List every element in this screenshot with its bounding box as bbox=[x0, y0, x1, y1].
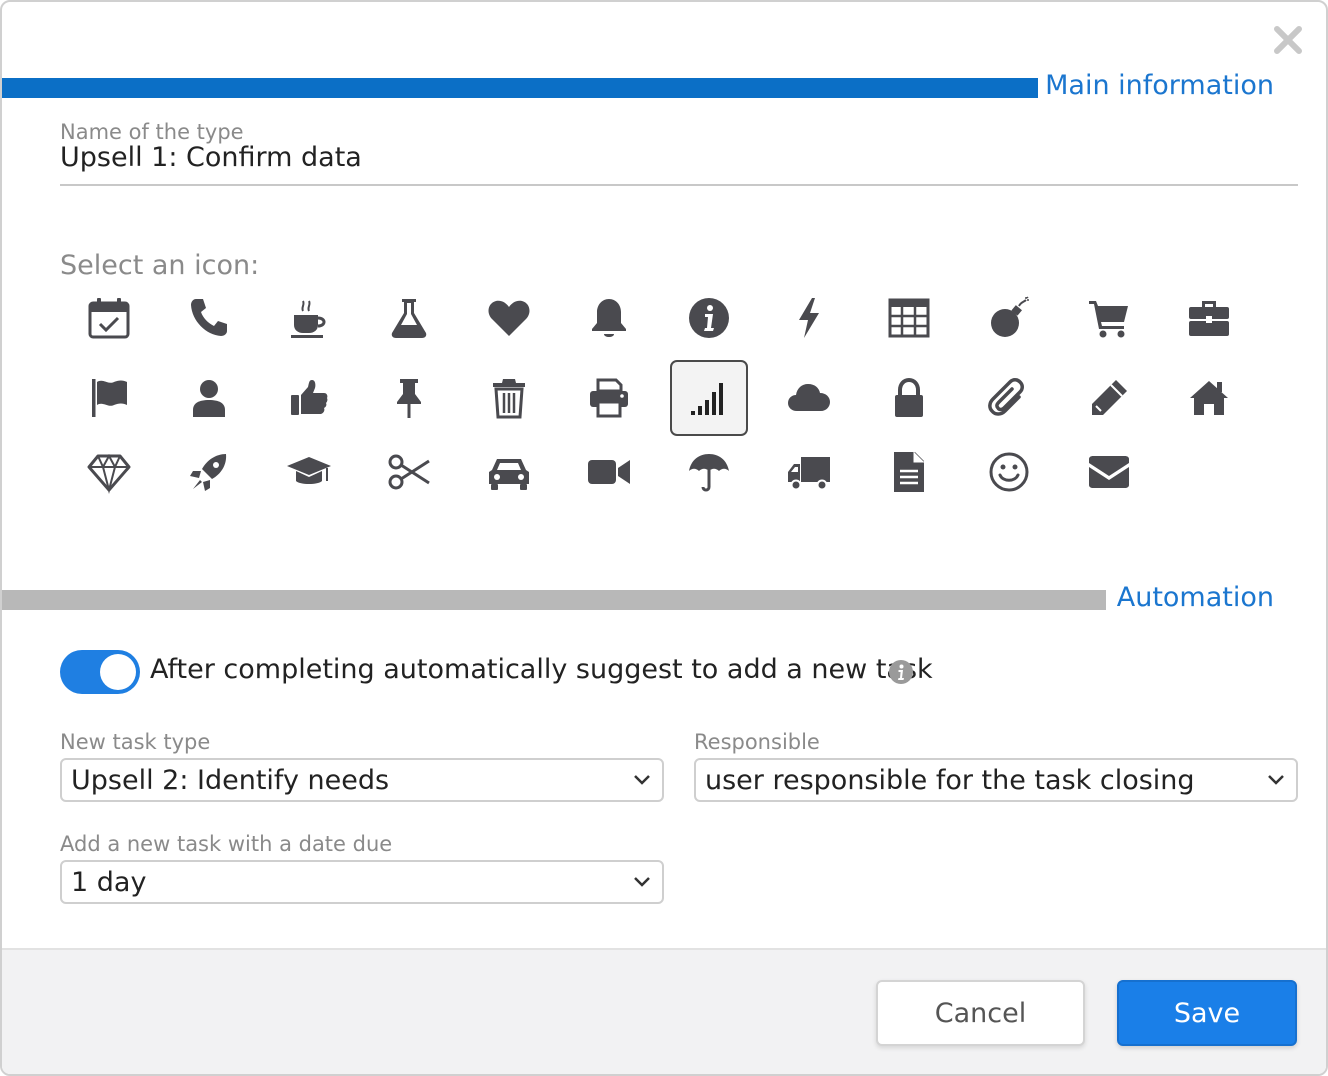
pushpin-icon[interactable] bbox=[370, 360, 448, 436]
bolt-icon[interactable] bbox=[770, 280, 848, 356]
flag-icon[interactable] bbox=[70, 360, 148, 436]
shopping-cart-icon[interactable] bbox=[1070, 280, 1148, 356]
name-underline bbox=[60, 184, 1298, 186]
cloud-icon[interactable] bbox=[770, 360, 848, 436]
truck-icon[interactable] bbox=[770, 434, 848, 510]
chevron-down-icon bbox=[632, 874, 652, 890]
responsible-value: user responsible for the task closing bbox=[705, 765, 1195, 796]
toggle-knob bbox=[100, 654, 136, 690]
icon-picker-label: Select an icon: bbox=[60, 250, 260, 281]
automation-section-bar bbox=[2, 590, 1106, 610]
video-camera-icon[interactable] bbox=[570, 434, 648, 510]
name-input[interactable]: Upsell 1: Confirm data bbox=[60, 142, 362, 173]
chevron-down-icon bbox=[1266, 772, 1286, 788]
new-task-type-label: New task type bbox=[60, 730, 211, 754]
new-task-type-select[interactable]: Upsell 2: Identify needs bbox=[60, 758, 664, 802]
name-label: Name of the type bbox=[60, 120, 244, 144]
due-date-select[interactable]: 1 day bbox=[60, 860, 664, 904]
phone-icon[interactable] bbox=[170, 280, 248, 356]
auto-suggest-label: After completing automatically suggest t… bbox=[150, 654, 933, 685]
save-button[interactable]: Save bbox=[1117, 980, 1297, 1046]
trash-icon[interactable] bbox=[470, 360, 548, 436]
main-section-title: Main information bbox=[1045, 70, 1274, 101]
pencil-icon[interactable] bbox=[1070, 360, 1148, 436]
new-task-type-value: Upsell 2: Identify needs bbox=[71, 765, 390, 796]
diamond-icon[interactable] bbox=[70, 434, 148, 510]
info-circle-icon[interactable] bbox=[670, 280, 748, 356]
due-date-label: Add a new task with a date due bbox=[60, 832, 393, 856]
calendar-check-icon[interactable] bbox=[70, 280, 148, 356]
coffee-icon[interactable] bbox=[270, 280, 348, 356]
envelope-icon[interactable] bbox=[1070, 434, 1148, 510]
home-icon[interactable] bbox=[1170, 360, 1248, 436]
chevron-down-icon bbox=[632, 772, 652, 788]
user-icon[interactable] bbox=[170, 360, 248, 436]
thumbs-up-icon[interactable] bbox=[270, 360, 348, 436]
scissors-icon[interactable] bbox=[370, 434, 448, 510]
umbrella-icon[interactable] bbox=[670, 434, 748, 510]
responsible-label: Responsible bbox=[694, 730, 820, 754]
responsible-select[interactable]: user responsible for the task closing bbox=[694, 758, 1298, 802]
bomb-icon[interactable] bbox=[970, 280, 1048, 356]
automation-section-title: Automation bbox=[1116, 582, 1274, 613]
document-icon[interactable] bbox=[870, 434, 948, 510]
heart-icon[interactable] bbox=[470, 280, 548, 356]
bell-icon[interactable] bbox=[570, 280, 648, 356]
close-icon[interactable] bbox=[1270, 22, 1306, 58]
lock-icon[interactable] bbox=[870, 360, 948, 436]
due-date-value: 1 day bbox=[71, 867, 147, 898]
smile-icon[interactable] bbox=[970, 434, 1048, 510]
paperclip-icon[interactable] bbox=[970, 360, 1048, 436]
auto-suggest-toggle[interactable] bbox=[60, 650, 140, 694]
cancel-button[interactable]: Cancel bbox=[876, 980, 1085, 1046]
graduation-cap-icon[interactable] bbox=[270, 434, 348, 510]
briefcase-icon[interactable] bbox=[1170, 280, 1248, 356]
info-icon[interactable] bbox=[888, 659, 914, 685]
signal-icon[interactable] bbox=[670, 360, 748, 436]
flask-icon[interactable] bbox=[370, 280, 448, 356]
car-icon[interactable] bbox=[470, 434, 548, 510]
table-icon[interactable] bbox=[870, 280, 948, 356]
print-icon[interactable] bbox=[570, 360, 648, 436]
rocket-icon[interactable] bbox=[170, 434, 248, 510]
task-type-dialog: Main information Name of the type Upsell… bbox=[0, 0, 1328, 1076]
main-section-bar bbox=[2, 78, 1038, 98]
